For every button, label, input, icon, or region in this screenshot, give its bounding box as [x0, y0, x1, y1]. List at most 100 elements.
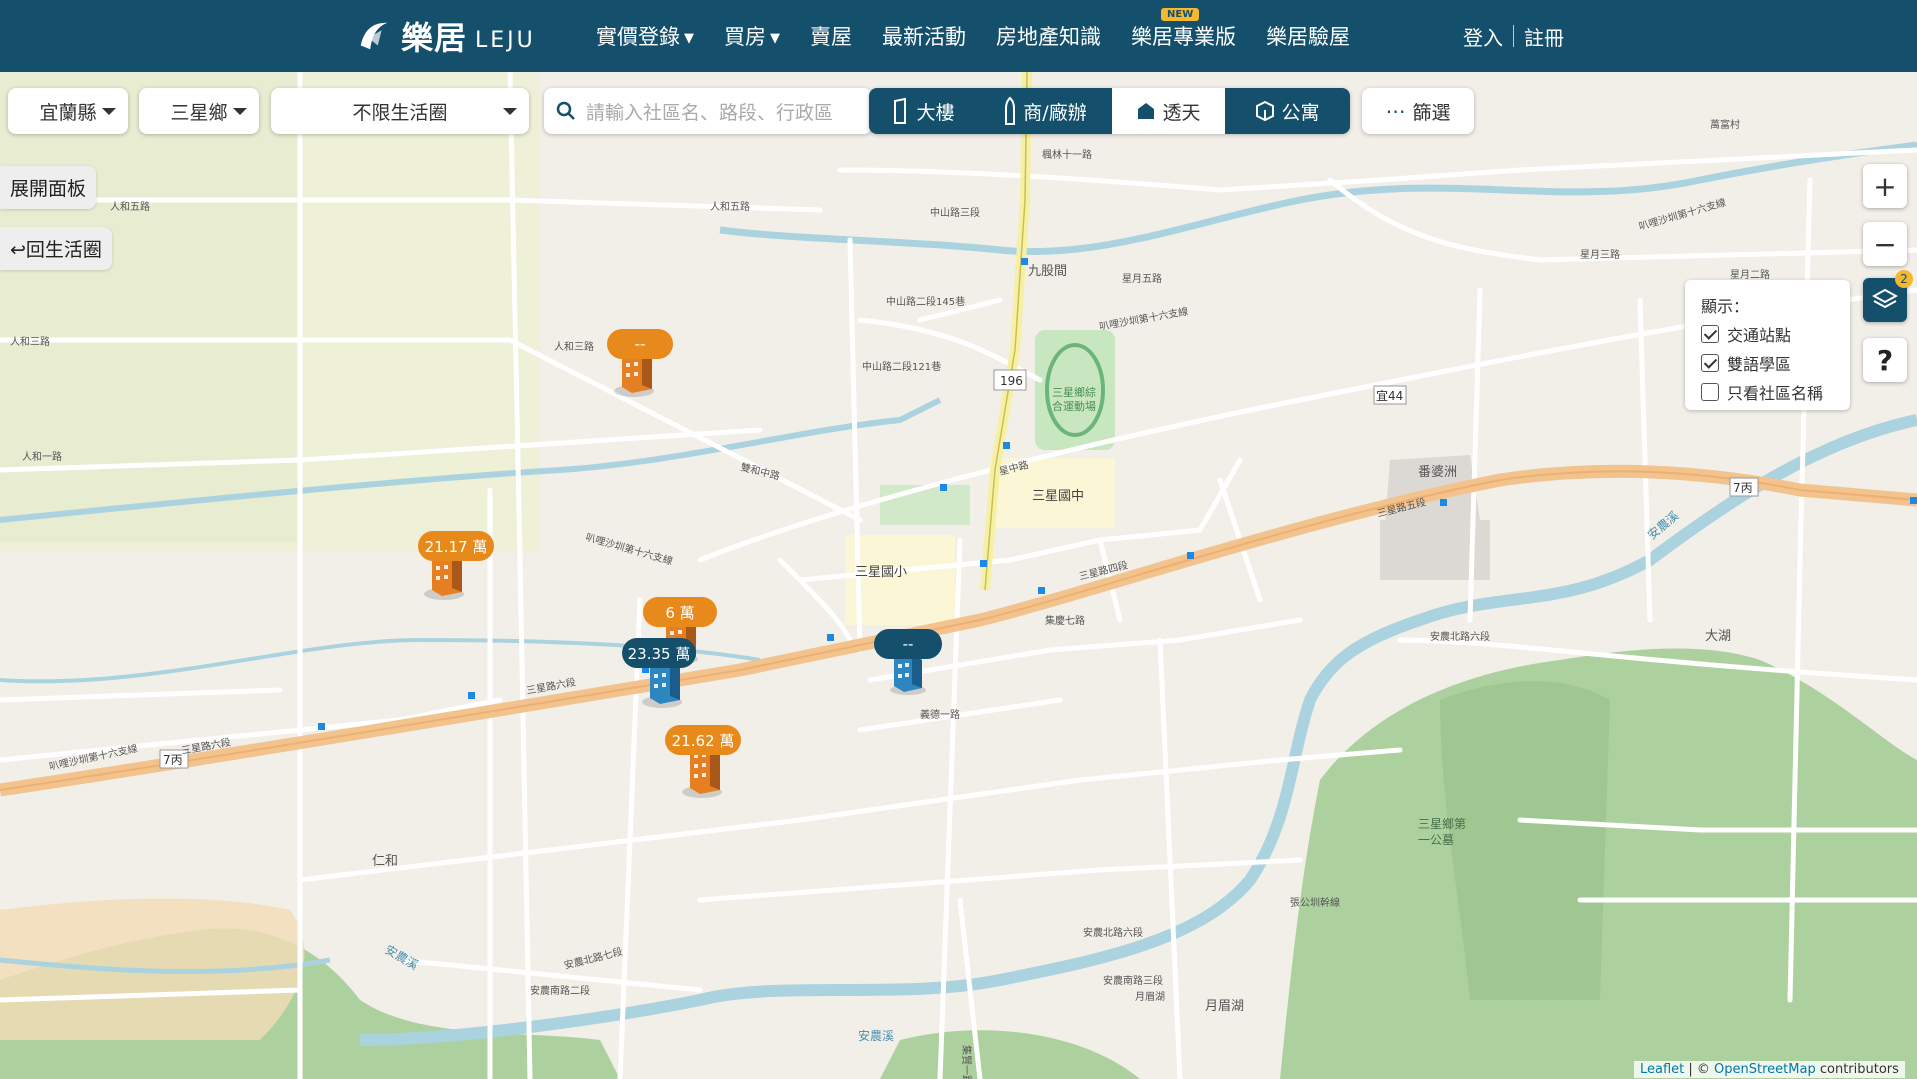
layer-option-label: 只看社區名稱 [1727, 383, 1824, 403]
divider [1513, 25, 1514, 47]
life-circle-value: 不限生活圈 [352, 101, 448, 124]
svg-text:安農北路七段: 安農北路七段 [563, 945, 624, 972]
type-office-button[interactable]: 商/廠辦 [978, 88, 1112, 134]
house-icon [1138, 103, 1155, 119]
layer-option-label: 雙語學區 [1727, 354, 1792, 374]
nav-pro[interactable]: NEW 樂居專業版 [1131, 8, 1236, 51]
caret-down-icon [102, 108, 116, 115]
caret-down-icon [503, 108, 517, 115]
checkbox-checked-icon[interactable] [1701, 353, 1719, 372]
svg-text:安農南路二段: 安農南路二段 [530, 984, 590, 997]
svg-text:三星國中: 三星國中 [1032, 489, 1084, 504]
new-badge: NEW [1161, 8, 1200, 21]
logo-text-en: LEJU [475, 27, 536, 53]
price-marker[interactable]: 21.17 萬 [418, 531, 494, 561]
chevron-down-icon: ▼ [770, 31, 780, 46]
logo-text: 樂居 [401, 19, 468, 57]
svg-text:星月五路: 星月五路 [1122, 272, 1162, 285]
register-link[interactable]: 註冊 [1524, 22, 1564, 51]
township-select[interactable]: 三星鄉 [139, 88, 259, 134]
layer-panel: 顯示： 交通站點 雙語學區 只看社區名稱 [1685, 280, 1850, 410]
svg-text:張公圳幹線: 張公圳幹線 [1290, 896, 1340, 909]
svg-text:三星國小: 三星國小 [855, 565, 907, 580]
nav-events[interactable]: 最新活動 [882, 21, 966, 51]
layer-panel-title: 顯示： [1701, 296, 1750, 316]
type-apartment-button[interactable]: 公寓 [1225, 88, 1350, 134]
type-label: 大樓 [916, 101, 955, 124]
life-circle-select[interactable]: 不限生活圈 [271, 88, 529, 134]
price-marker[interactable]: -- [607, 329, 673, 359]
search-placeholder: 請輸入社區名、路段、行政區 [586, 101, 834, 124]
svg-text:7丙: 7丙 [1733, 481, 1753, 495]
more-filters-button[interactable]: ⋯ 篩選 [1362, 88, 1474, 134]
svg-text:叭哩沙圳第十六支線: 叭哩沙圳第十六支線 [1637, 196, 1727, 233]
svg-text:中山路二段145巷: 中山路二段145巷 [886, 295, 965, 308]
svg-text:仁和: 仁和 [372, 854, 398, 869]
svg-text:宜44: 宜44 [1376, 388, 1403, 403]
search-input[interactable]: 請輸入社區名、路段、行政區 [544, 88, 872, 134]
svg-text:中山路二段121巷: 中山路二段121巷 [862, 360, 941, 373]
leaflet-link[interactable]: Leaflet [1640, 1062, 1684, 1077]
svg-text:安農南路三段: 安農南路三段 [1103, 974, 1163, 987]
county-select[interactable]: 宜蘭縣 [8, 88, 128, 134]
type-building-button[interactable]: 大樓 [869, 88, 978, 134]
zoom-out-button[interactable]: − [1863, 222, 1907, 266]
caret-down-icon [233, 108, 247, 115]
price-marker[interactable]: -- [874, 629, 942, 659]
map-canvas[interactable]: 196 宜44 7丙 7丙 三星國中 三星國小 三星鄉綜 合運動場 九股間 番婆… [0, 72, 1917, 1079]
svg-text:一公墓: 一公墓 [1418, 833, 1454, 847]
svg-text:人和一路: 人和一路 [22, 450, 62, 463]
chevron-down-icon: ▼ [684, 31, 694, 46]
checkbox-icon[interactable] [1701, 382, 1719, 401]
nav-knowledge[interactable]: 房地產知識 [996, 21, 1101, 51]
svg-text:人和三路: 人和三路 [554, 340, 594, 353]
back-to-life-circle-button[interactable]: ↩回生活圈 [0, 227, 112, 270]
svg-text:月眉湖: 月眉湖 [1205, 999, 1244, 1014]
price-marker[interactable]: 6 萬 [643, 597, 717, 627]
svg-text:中山路三段: 中山路三段 [930, 206, 980, 219]
tower-icon [894, 97, 907, 124]
svg-text:義德一路: 義德一路 [920, 708, 960, 721]
osm-link[interactable]: OpenStreetMap [1714, 1062, 1816, 1077]
svg-text:安農溪: 安農溪 [383, 942, 422, 973]
nav-label: 樂居驗屋 [1266, 25, 1350, 49]
layer-option-transit[interactable]: 交通站點 [1701, 319, 1850, 348]
nav-label: 賣屋 [810, 25, 852, 49]
nav-inspection[interactable]: 樂居驗屋 [1266, 21, 1350, 51]
svg-text:安農溪: 安農溪 [858, 1028, 894, 1043]
nav-label: 實價登錄 [596, 25, 680, 49]
nav-actual-price[interactable]: 實價登錄 ▼ [596, 21, 694, 51]
auth-links: 登入 註冊 [1463, 0, 1564, 72]
svg-text:人和五路: 人和五路 [710, 200, 750, 213]
site-logo[interactable]: 樂居 LEJU [355, 14, 536, 58]
login-link[interactable]: 登入 [1463, 22, 1503, 51]
nav-label: 樂居專業版 [1131, 25, 1236, 49]
svg-text:人和五路: 人和五路 [110, 200, 150, 213]
leju-logo-icon [360, 22, 388, 50]
checkbox-checked-icon[interactable] [1701, 324, 1719, 343]
svg-text:叭哩沙圳第十六支線: 叭哩沙圳第十六支線 [1098, 305, 1189, 333]
nav-buy[interactable]: 買房 ▼ [724, 21, 780, 51]
layers-icon [1872, 288, 1898, 309]
svg-text:196: 196 [1000, 374, 1023, 388]
expand-panel-button[interactable]: 展開面板 [0, 166, 97, 209]
property-type-toggle: 大樓 商/廠辦 透天 公寓 [869, 88, 1350, 134]
svg-text:九股間: 九股間 [1028, 264, 1067, 279]
price-marker[interactable]: 21.62 萬 [665, 725, 741, 755]
price-marker[interactable]: 23.35 萬 [622, 638, 696, 668]
nav-sell[interactable]: 賣屋 [810, 21, 852, 51]
layer-option-bilingual-school[interactable]: 雙語學區 [1701, 348, 1850, 377]
zoom-in-button[interactable]: + [1863, 164, 1907, 208]
type-label: 公寓 [1281, 101, 1320, 124]
more-dots-icon: ⋯ [1385, 99, 1405, 123]
type-label: 商/廠辦 [1023, 101, 1087, 124]
layers-button[interactable]: 2 [1863, 270, 1913, 322]
main-nav: 實價登錄 ▼ 買房 ▼ 賣屋 最新活動 房地產知識 NEW 樂居專業版 樂居驗屋 [596, 0, 1380, 72]
more-filters-label: 篩選 [1412, 101, 1451, 124]
office-tower-icon [1005, 96, 1016, 125]
nav-label: 房地產知識 [996, 25, 1101, 49]
township-value: 三星鄉 [170, 101, 228, 124]
layer-option-community-name-only[interactable]: 只看社區名稱 [1701, 377, 1850, 406]
help-button[interactable]: ? [1863, 338, 1907, 382]
type-townhouse-button[interactable]: 透天 [1112, 88, 1225, 134]
